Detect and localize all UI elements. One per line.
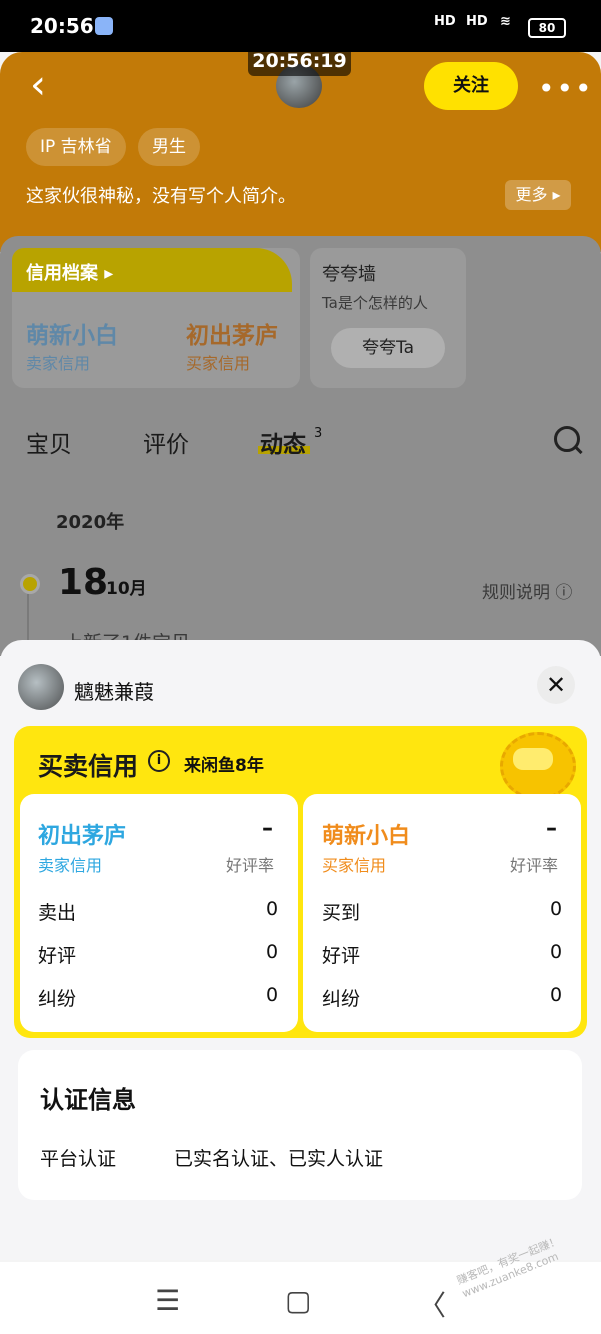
close-icon[interactable]: ✕: [537, 666, 575, 704]
buyer-level: 萌新小白: [322, 824, 411, 849]
wifi-icon: ≋: [500, 14, 511, 29]
more-bio-button[interactable]: 更多 ▸: [505, 180, 571, 210]
month-label: 10月: [106, 579, 147, 599]
battery-icon: 80: [528, 18, 566, 38]
username: 魑魅兼葭: [74, 680, 154, 704]
feed-partial-text: 上新了1件宝贝: [64, 628, 190, 640]
seller-rate-value: –: [262, 816, 273, 841]
buyer-bought-label: 买到: [322, 902, 361, 924]
status-bar: 20:56 HD HD ≋ 80: [0, 0, 601, 52]
buyer-dispute-label: 纠纷: [322, 988, 361, 1010]
buyer-dispute-value: 0: [550, 984, 563, 1006]
certification-title: 认证信息: [40, 1086, 136, 1114]
buyer-good-value: 0: [550, 941, 563, 963]
more-icon[interactable]: •••: [538, 72, 594, 105]
tab-badge: 3: [314, 426, 323, 441]
praise-button[interactable]: 夸夸Ta: [331, 328, 445, 368]
buyer-rate-label: 好评率: [510, 856, 559, 875]
buyer-rate-value: –: [546, 816, 557, 841]
status-time: 20:56: [30, 14, 94, 38]
year-label: 2020年: [56, 512, 125, 533]
follow-button[interactable]: 关注: [424, 62, 518, 110]
buyer-bought-value: 0: [550, 898, 563, 920]
avatar: [18, 664, 64, 710]
buyer-caption: 买家信用: [322, 856, 387, 875]
back-icon[interactable]: ‹: [30, 65, 70, 106]
signal-icon: HD: [466, 14, 488, 29]
timestamp-badge: 20:56:19: [248, 46, 351, 76]
praise-wall-title: 夸夸墙: [322, 264, 376, 285]
certification-card: [18, 1050, 582, 1200]
menu-icon[interactable]: ☰: [155, 1284, 180, 1317]
timeline-dot: [20, 574, 40, 594]
back-nav-icon[interactable]: 〈: [418, 1284, 446, 1324]
seller-dispute-value: 0: [266, 984, 279, 1006]
gender-tag: 男生: [138, 128, 200, 166]
day-label: 18: [58, 562, 109, 603]
tab-feed[interactable]: 动态: [260, 425, 306, 459]
seller-rate-label: 好评率: [226, 856, 275, 875]
certification-value: 已实名认证、已实人认证: [174, 1148, 384, 1170]
rules-link[interactable]: 规则说明 ⓘ: [482, 578, 572, 603]
clock-icon: [95, 17, 113, 35]
buyer-caption: 买家信用: [186, 354, 251, 373]
praise-wall-sub: Ta是个怎样的人: [322, 294, 428, 312]
seller-caption: 卖家信用: [38, 856, 103, 875]
seller-caption: 卖家信用: [26, 354, 91, 373]
buyer-level: 初出茅庐: [186, 323, 278, 349]
seller-level: 初出茅庐: [38, 824, 127, 849]
tab-items[interactable]: 宝贝: [26, 425, 72, 459]
mascot-face: [513, 748, 553, 770]
seller-good-label: 好评: [38, 945, 77, 967]
buyer-good-label: 好评: [322, 945, 361, 967]
seller-level: 萌新小白: [26, 323, 118, 349]
info-icon[interactable]: i: [148, 750, 170, 772]
tab-reviews[interactable]: 评价: [143, 425, 189, 459]
home-icon[interactable]: ▢: [285, 1284, 311, 1317]
credit-title: 买卖信用: [38, 752, 139, 781]
bio-text: 这家伙很神秘，没有写个人简介。: [26, 186, 296, 207]
ip-tag: IP 吉林省: [26, 128, 126, 166]
credit-card-title[interactable]: 信用档案 ▸: [26, 259, 113, 285]
member-years: 来闲鱼8年: [184, 756, 264, 776]
seller-dispute-label: 纠纷: [38, 988, 77, 1010]
signal-icon: HD: [434, 14, 456, 29]
seller-sold-value: 0: [266, 898, 279, 920]
seller-good-value: 0: [266, 941, 279, 963]
certification-label: 平台认证: [40, 1148, 117, 1170]
seller-sold-label: 卖出: [38, 902, 77, 924]
